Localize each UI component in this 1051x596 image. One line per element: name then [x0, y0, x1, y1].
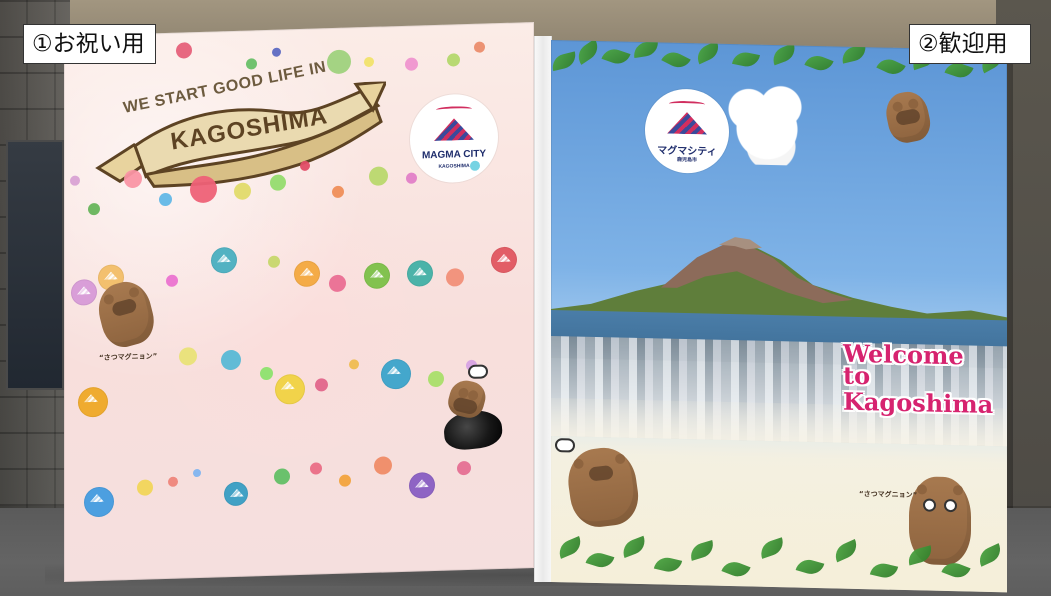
dot [179, 347, 197, 366]
logo-arc [436, 105, 472, 113]
celebration-panel: WE START GOOD LIFE IN KAGOSHIMA MAGMA CI… [64, 22, 534, 583]
leaf-icon [661, 47, 691, 73]
magma-medallion [381, 358, 411, 390]
magma-medallion [78, 386, 108, 418]
dot [339, 474, 351, 487]
magma-medallion [407, 260, 433, 287]
dot [274, 468, 290, 485]
dot [405, 57, 418, 71]
welcome-line-2: Kagoshima [843, 386, 994, 420]
dot [364, 56, 374, 68]
dot [457, 460, 471, 476]
leaf-icon [731, 50, 761, 69]
left-label: ①お祝い用 [23, 24, 156, 64]
right-label: ②歓迎用 [909, 24, 1031, 64]
welcome-panel: マグマシティ 鹿児島市 Welcome to Kagoshima “さつマグニョ… [551, 40, 1007, 593]
dot [406, 172, 417, 184]
leaf-icon [573, 40, 603, 65]
dot [70, 175, 80, 186]
triangle-logo-icon [434, 118, 474, 141]
dot [374, 456, 392, 475]
magma-medallion [224, 481, 248, 507]
magma-medallion [211, 246, 237, 274]
dot [272, 47, 281, 57]
leaf-icon [769, 43, 799, 66]
dot [221, 349, 241, 371]
welcome-line-1: Welcome to [843, 338, 964, 391]
dot [315, 378, 328, 392]
dot [329, 274, 346, 293]
leaf-icon [601, 45, 631, 68]
logo-sub-text-right: 鹿児島市 [676, 156, 697, 164]
dot [176, 42, 192, 59]
dot [246, 58, 257, 70]
welcome-title: Welcome to Kagoshima [843, 338, 997, 420]
magma-medallion [364, 262, 390, 290]
mascot-face [110, 297, 138, 318]
mascot-right-top [882, 88, 934, 146]
smoke-icon [555, 438, 575, 453]
dot [428, 370, 444, 388]
dot [166, 274, 178, 287]
magma-medallion [71, 279, 97, 306]
mascot-face [451, 396, 479, 416]
dot [268, 255, 280, 268]
dot [474, 41, 485, 53]
booklet-display: WE START GOOD LIFE IN KAGOSHIMA MAGMA CI… [64, 22, 1024, 593]
logo-main-text-left: MAGMA CITY [421, 148, 487, 162]
mascot-face [588, 464, 614, 482]
triangle-logo-icon [667, 112, 707, 135]
dot [159, 192, 172, 207]
dot [190, 175, 217, 204]
dot [234, 182, 251, 200]
dot [446, 268, 464, 287]
magma-medallion [84, 486, 114, 518]
magma-medallion [294, 260, 320, 288]
dot [369, 166, 388, 186]
dot [270, 174, 286, 191]
left-window [6, 140, 64, 390]
leaf-icon [839, 44, 869, 64]
leaf-icon [804, 51, 834, 75]
magma-medallion [275, 373, 305, 405]
leaf-icon [693, 40, 723, 65]
dot [260, 366, 273, 381]
glasses-eyes-icon [923, 498, 957, 513]
dot [349, 359, 359, 370]
booklet-spine [534, 36, 552, 582]
mascot-caption-right: “さつマグニョン” [859, 489, 918, 500]
mascot-caption-left: “さつマグニョン” [99, 352, 158, 362]
magma-medallion [491, 246, 517, 274]
dot [332, 185, 344, 199]
magma-medallion [409, 471, 435, 499]
magma-city-logo-right: マグマシティ 鹿児島市 [645, 88, 729, 175]
mascot-face [894, 107, 922, 127]
dot [327, 49, 351, 75]
display-scene: ①お祝い用 ②歓迎用 WE START GOOD LIFE IN KAGOSHI… [0, 0, 1051, 596]
magma-city-logo-left: MAGMA CITY KAGOSHIMA [410, 93, 498, 184]
leaf-icon [551, 51, 579, 72]
dot [88, 202, 100, 216]
smoke-icon [468, 364, 488, 380]
heart-cloud [721, 77, 821, 167]
dot [168, 476, 178, 487]
dot [447, 53, 460, 67]
logo-sub-text-left: KAGOSHIMA [438, 162, 470, 170]
dot [137, 479, 153, 496]
leaf-icon [876, 54, 906, 79]
logo-arc [669, 100, 705, 108]
leaf-icon [631, 40, 661, 59]
dot [310, 462, 322, 475]
dot [193, 468, 201, 478]
